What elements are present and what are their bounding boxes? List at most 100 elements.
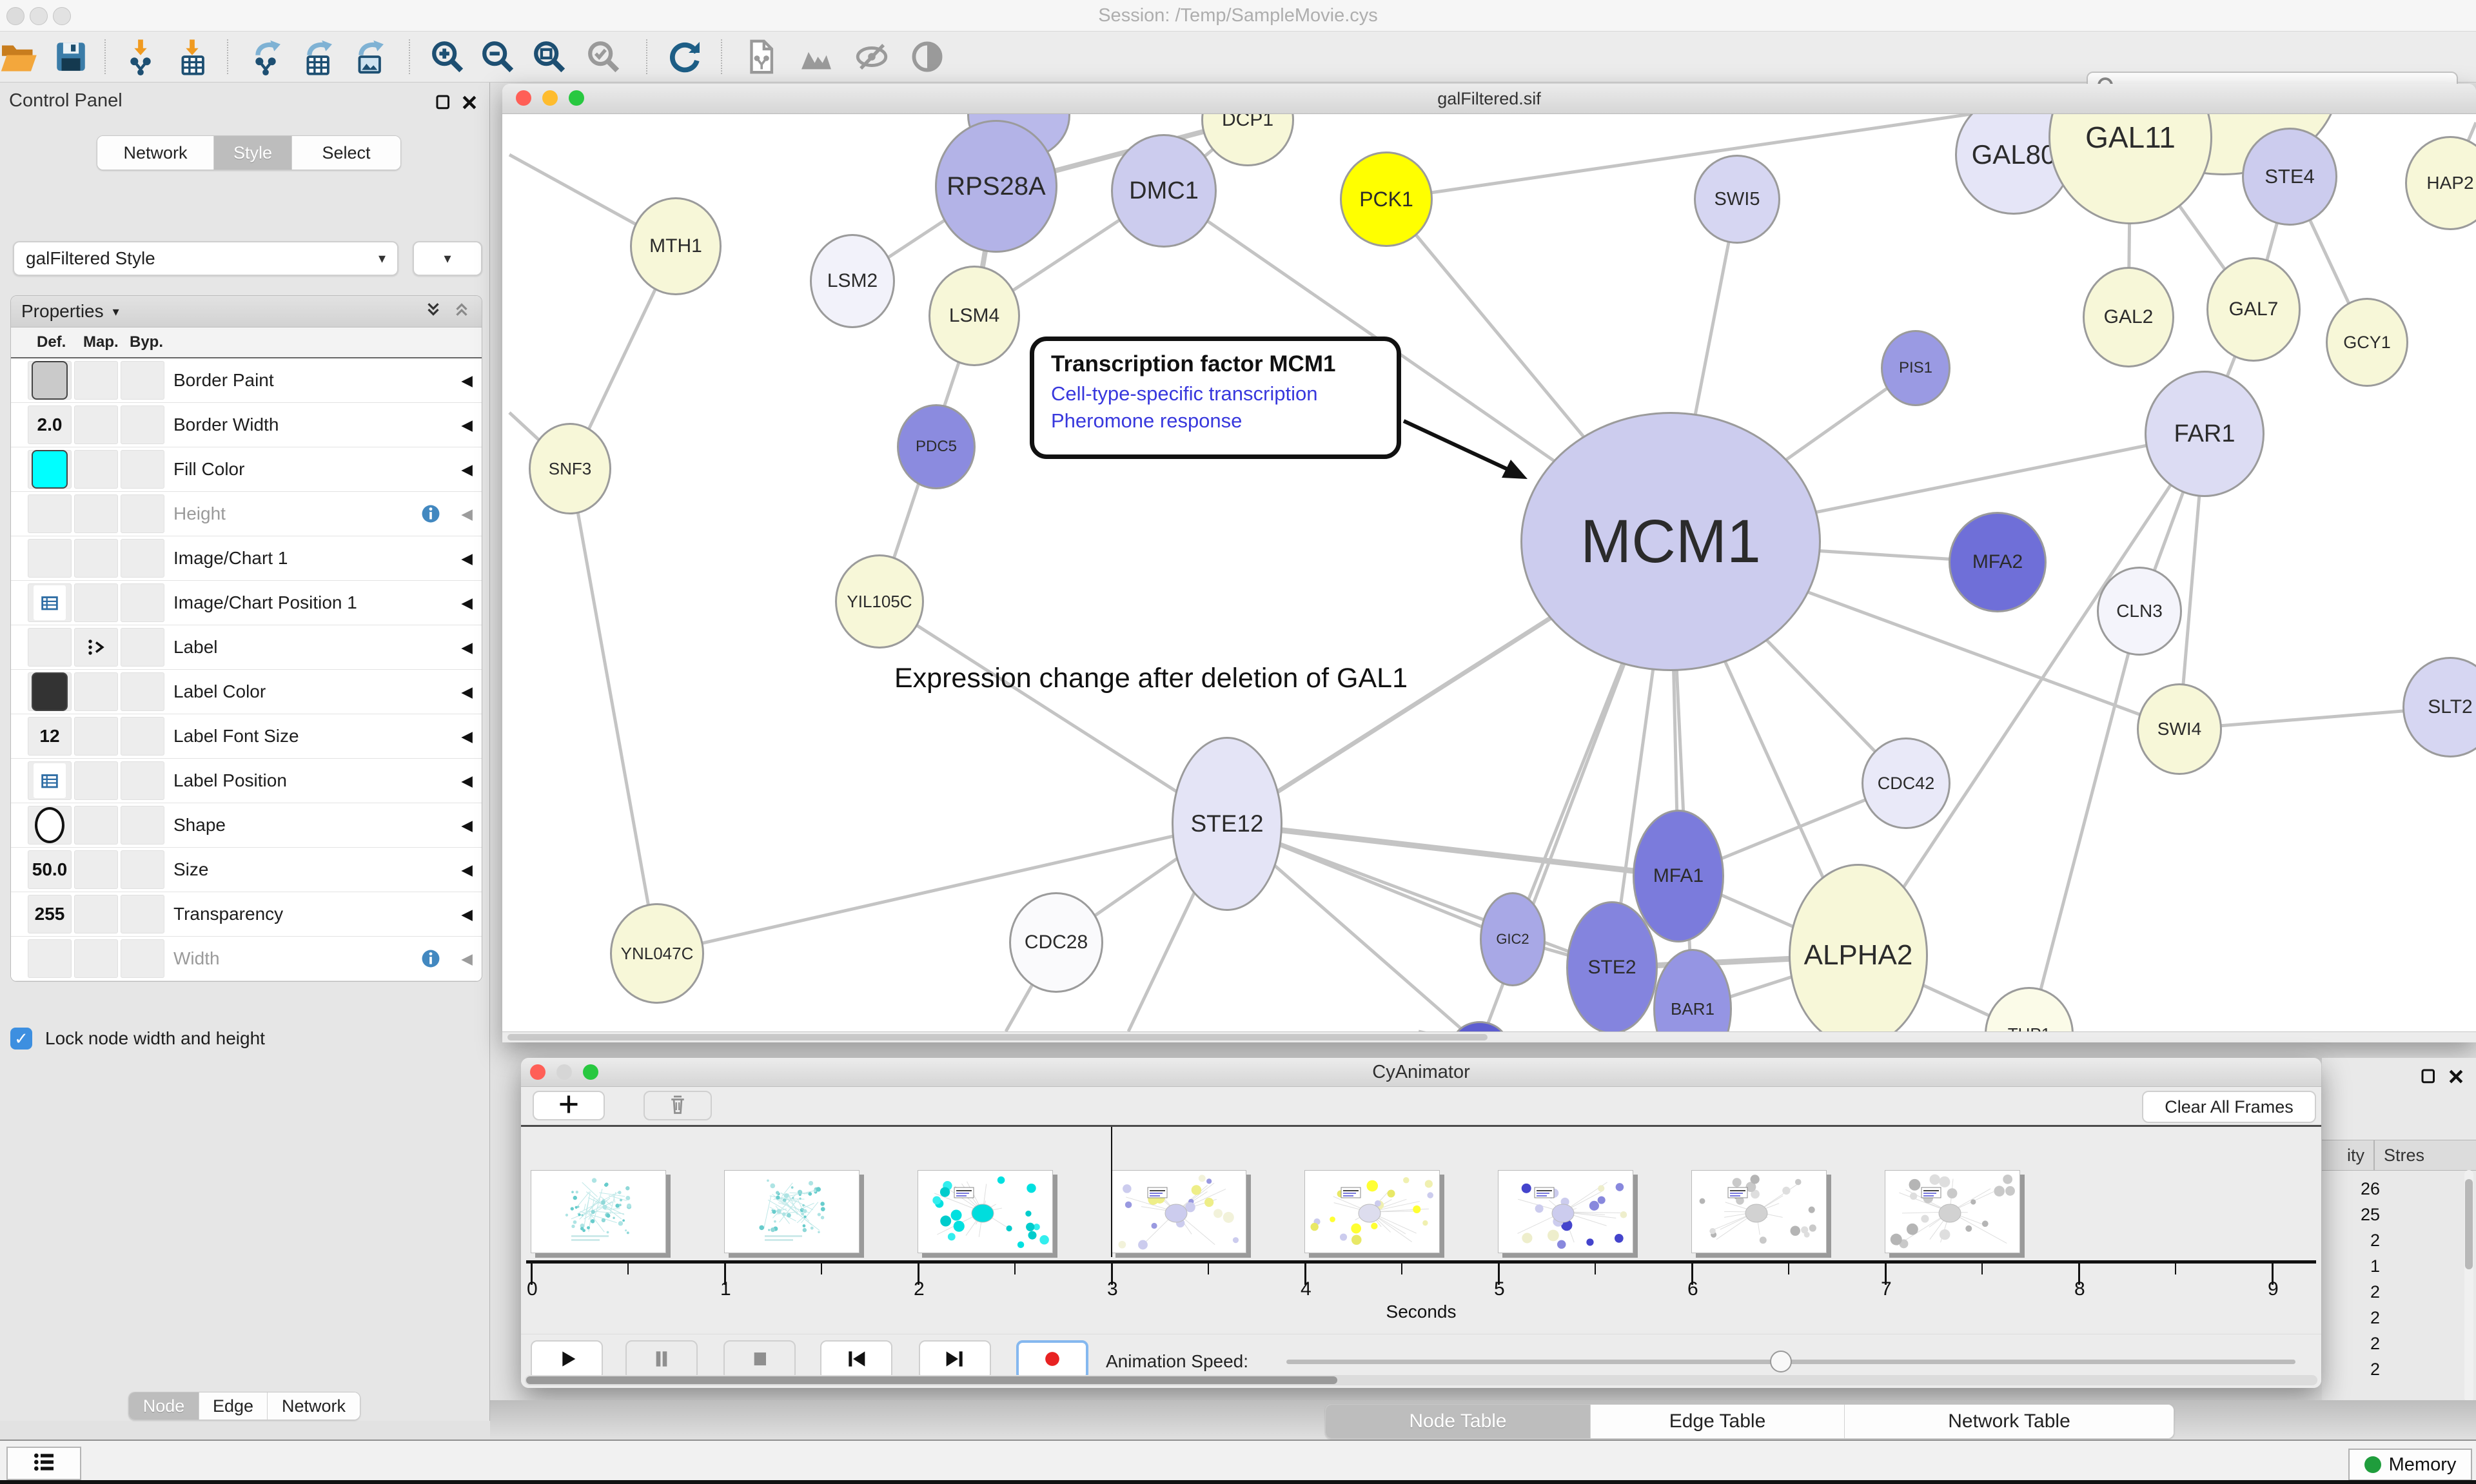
frame-thumbnail-2[interactable] [918,1170,1053,1253]
property-row[interactable]: Height◀ [11,492,482,536]
style-options-button[interactable]: ▾ [413,241,482,276]
network-node-mth1[interactable]: MTH1 [630,197,722,295]
default-value-cell[interactable]: 12 [28,717,72,756]
network-node-mfa1[interactable]: MFA1 [1633,810,1724,942]
lock-node-size-row[interactable]: ✓ Lock node width and height [10,1028,265,1050]
mapping-cell[interactable] [74,806,118,845]
lock-checkbox[interactable]: ✓ [10,1028,32,1050]
bypass-cell[interactable] [121,672,164,711]
bypass-cell[interactable] [121,761,164,800]
frame-thumbnail-6[interactable] [1691,1170,1827,1253]
network-node-pdc5[interactable]: PDC5 [897,404,976,489]
bypass-cell[interactable] [121,450,164,489]
network-hscrollbar[interactable] [502,1031,2476,1042]
default-value-cell[interactable] [28,672,72,711]
default-value-cell[interactable] [28,939,72,978]
task-list-button[interactable] [6,1447,81,1480]
network-node-cdc28[interactable]: CDC28 [1009,892,1103,993]
default-value-cell[interactable] [28,583,72,622]
default-value-cell[interactable]: 50.0 [28,850,72,889]
property-row[interactable]: 255Transparency◀ [11,892,482,937]
bypass-cell[interactable] [121,850,164,889]
cyanimator-titlebar[interactable]: CyAnimator [521,1058,2321,1087]
stop-button[interactable] [723,1340,796,1380]
frame-thumbnail-4[interactable] [1304,1170,1440,1253]
table-cell[interactable]: 25 [2322,1205,2380,1225]
network-node-lsm4[interactable]: LSM4 [928,266,1020,366]
snapshot-doc-button[interactable] [742,39,780,77]
mapping-cell[interactable] [74,361,118,400]
collapse-all-icon[interactable] [452,300,471,324]
bypass-cell[interactable] [121,583,164,622]
timeline-ruler[interactable] [526,1260,2316,1264]
show-eye-button[interactable] [909,39,946,77]
mapping-cell[interactable] [74,450,118,489]
table-cell[interactable]: 2 [2322,1231,2380,1251]
property-row[interactable]: Label Color◀ [11,670,482,714]
network-window-titlebar[interactable]: galFiltered.sif [502,84,2476,114]
bypass-cell[interactable] [121,405,164,444]
delete-frame-button[interactable] [644,1091,712,1120]
table-cell[interactable]: 2 [2322,1334,2380,1354]
network-node-gal7[interactable]: GAL7 [2206,257,2301,362]
bypass-cell[interactable] [121,717,164,756]
network-node-dmc1[interactable]: DMC1 [1111,134,1217,248]
network-node-swi4[interactable]: SWI4 [2137,683,2222,775]
properties-header[interactable]: Properties ▾ [11,296,482,327]
mapping-cell[interactable] [74,494,118,533]
expand-property-icon[interactable]: ◀ [461,670,473,714]
bypass-cell[interactable] [121,494,164,533]
network-node-yil105c[interactable]: YIL105C [835,554,924,649]
zoom-in-button[interactable] [429,39,466,77]
network-node-swi5[interactable]: SWI5 [1694,155,1780,244]
network-node-pis1[interactable]: PIS1 [1881,330,1950,406]
mapping-cell[interactable] [74,939,118,978]
memory-button[interactable]: Memory [2348,1449,2472,1481]
export-network-button[interactable] [247,39,284,77]
default-value-cell[interactable] [28,761,72,800]
style-selector[interactable]: galFiltered Style ▾ [13,241,398,276]
play-button[interactable] [531,1340,603,1380]
property-row[interactable]: Fill Color◀ [11,447,482,492]
property-row[interactable]: Image/Chart 1◀ [11,536,482,581]
mapping-cell[interactable] [74,717,118,756]
property-row[interactable]: 2.0Border Width◀ [11,403,482,447]
speed-slider-handle[interactable] [1770,1351,1792,1372]
frame-thumbnail-5[interactable] [1498,1170,1633,1253]
import-table-button[interactable] [173,39,211,77]
default-value-cell[interactable] [28,494,72,533]
zoom-selected-button[interactable] [585,39,622,77]
mapping-cell[interactable] [74,895,118,933]
tab-edge-table[interactable]: Edge Table [1591,1405,1845,1438]
callout-link[interactable]: Cell-type-specific transcription [1051,382,1380,405]
default-value-cell[interactable]: 2.0 [28,405,72,444]
property-row[interactable]: 12Label Font Size◀ [11,714,482,759]
record-button[interactable] [1016,1340,1088,1380]
mapping-cell[interactable] [74,672,118,711]
network-node-ste4[interactable]: STE4 [2242,128,2337,226]
hide-eye-button[interactable] [853,39,890,77]
pause-button[interactable] [625,1340,698,1380]
skip-start-button[interactable] [820,1340,892,1380]
default-value-cell[interactable] [28,628,72,667]
info-icon[interactable] [420,948,442,973]
frame-thumbnail-3[interactable] [1111,1170,1246,1253]
network-node-ste2[interactable]: STE2 [1566,901,1658,1031]
import-network-button[interactable] [122,39,159,77]
frame-thumbnail-0[interactable] [531,1170,666,1253]
table-vscrollbar[interactable] [2464,1170,2473,1402]
table-column-headers[interactable]: ity Stres [2322,1140,2476,1171]
mapping-cell[interactable] [74,405,118,444]
property-row[interactable]: Label Position◀ [11,759,482,803]
float-panel-icon[interactable] [434,93,453,112]
bypass-cell[interactable] [121,628,164,667]
table-cell[interactable]: 26 [2322,1179,2380,1199]
expand-property-icon[interactable]: ◀ [461,937,473,981]
network-node-pck1[interactable]: PCK1 [1340,151,1433,247]
default-value-cell[interactable] [28,450,72,489]
add-frame-button[interactable] [533,1091,605,1120]
tab-select[interactable]: Select [292,136,400,170]
expand-property-icon[interactable]: ◀ [461,536,473,580]
frame-thumbnail-1[interactable] [724,1170,860,1253]
info-icon[interactable] [420,503,442,528]
